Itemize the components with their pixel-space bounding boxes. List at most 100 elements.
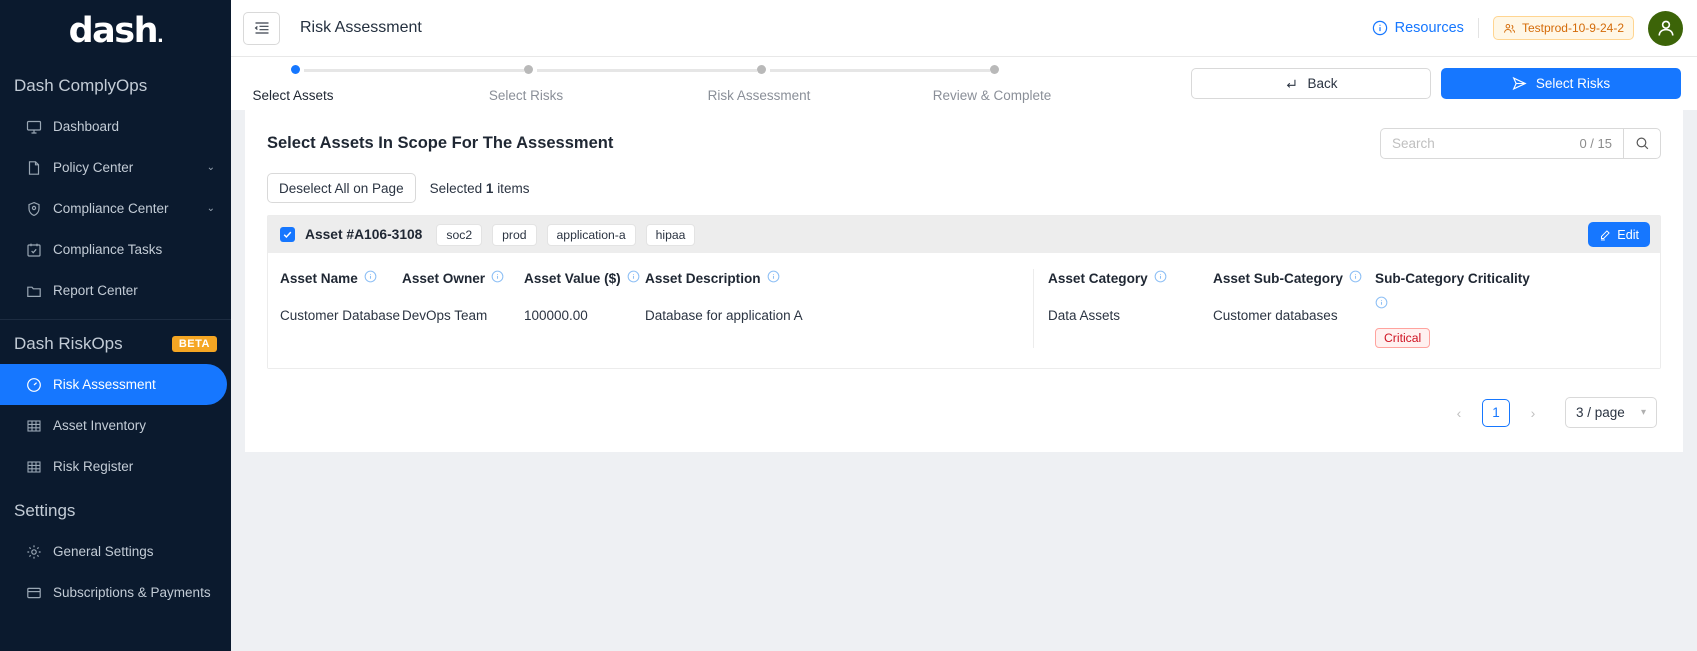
select-risks-label: Select Risks	[1535, 76, 1611, 91]
step-label: Review & Complete	[932, 88, 1052, 103]
shield-icon	[26, 201, 42, 217]
criticality-badge: Critical	[1375, 328, 1431, 349]
search-count: 0 / 15	[1579, 136, 1612, 151]
info-circle-icon[interactable]	[1375, 295, 1388, 315]
step-select-risks[interactable]: Select Risks	[489, 65, 757, 103]
avatar[interactable]	[1648, 10, 1683, 46]
edit-asset-button[interactable]: Edit	[1588, 222, 1650, 247]
page-size-label: 3 / page	[1576, 405, 1625, 421]
info-circle-icon[interactable]	[491, 269, 504, 289]
sidebar-item-label: Dashboard	[53, 119, 120, 134]
wizard-steps: Select Assets Select Risks Risk Assessme…	[231, 57, 1191, 110]
deselect-all-button[interactable]: Deselect All on Page	[267, 173, 416, 203]
sidebar-item-general-settings[interactable]: General Settings	[0, 531, 231, 572]
sidebar-item-compliance-tasks[interactable]: Compliance Tasks	[0, 229, 231, 270]
toolbar-divider	[1477, 18, 1479, 38]
info-circle-icon[interactable]	[767, 269, 780, 289]
beta-badge: BETA	[171, 336, 217, 352]
asset-row-header: Asset #A106-3108 soc2 prod application-a…	[268, 216, 1660, 253]
sidebar-item-risk-register[interactable]: Risk Register	[0, 446, 231, 487]
asset-tag: soc2	[436, 223, 483, 246]
page-size-select[interactable]: 3 / page ▾	[1565, 397, 1657, 429]
back-arrow-icon	[1287, 79, 1296, 88]
column-header: Asset Sub-Category	[1213, 269, 1375, 289]
column-value: DevOps Team	[402, 307, 488, 323]
search-icon	[1636, 137, 1648, 150]
pagination-prev-button[interactable]: ‹	[1445, 399, 1473, 427]
step-dot	[990, 65, 999, 74]
tenant-chip[interactable]: Testprod-10-9-24-2	[1492, 16, 1634, 40]
sidebar-item-compliance-center[interactable]: Compliance Center ⌄	[0, 188, 231, 229]
sidebar-item-label: Compliance Tasks	[53, 242, 163, 257]
info-circle-icon[interactable]	[1349, 269, 1362, 289]
sidebar-item-label: Report Center	[53, 283, 138, 298]
gauge-icon	[26, 377, 42, 393]
sidebar-item-asset-inventory[interactable]: Asset Inventory	[0, 405, 231, 446]
content-area: Select Assets In Scope For The Assessmen…	[231, 110, 1697, 453]
pagination-page-1[interactable]: 1	[1482, 398, 1510, 427]
document-icon	[26, 160, 42, 176]
edit-label: Edit	[1617, 227, 1639, 242]
select-risks-button[interactable]: Select Risks	[1441, 68, 1681, 99]
asset-row: Asset #A106-3108 soc2 prod application-a…	[267, 215, 1661, 370]
chevron-down-icon[interactable]: ⌄	[207, 203, 215, 214]
step-dot	[524, 65, 533, 74]
asset-name-column: Asset Name Customer Database	[280, 269, 402, 348]
asset-tag: prod	[492, 223, 537, 246]
edit-pencil-icon	[1601, 229, 1611, 240]
search-input[interactable]: Search 0 / 15	[1380, 128, 1623, 159]
sidebar-item-subscriptions-payments[interactable]: Subscriptions & Payments	[0, 572, 231, 613]
sidebar-item-label: Asset Inventory	[53, 418, 147, 433]
sidebar-item-dashboard[interactable]: Dashboard	[0, 106, 231, 147]
search-button[interactable]	[1623, 128, 1661, 159]
sidebar-item-risk-assessment[interactable]: Risk Assessment	[0, 364, 227, 405]
asset-category-column: Asset Category Data Assets	[1048, 269, 1213, 348]
sidebar-group-title-riskops: Dash RiskOps BETA	[0, 320, 231, 364]
asset-description-column: Asset Description Database for applicati…	[645, 269, 945, 348]
sidebar-item-label: Subscriptions & Payments	[53, 585, 211, 600]
info-circle-icon	[1372, 20, 1387, 36]
step-select-assets[interactable]: Select Assets	[252, 65, 524, 103]
step-label: Select Assets	[252, 88, 334, 103]
search-group: Search 0 / 15	[1380, 128, 1661, 159]
info-circle-icon[interactable]	[627, 269, 640, 289]
sidebar-item-label: Policy Center	[53, 160, 134, 175]
step-review-complete[interactable]: Review & Complete	[933, 65, 1113, 103]
logo-dot-icon: .	[157, 26, 164, 47]
step-dot	[291, 65, 300, 74]
step-risk-assessment[interactable]: Risk Assessment	[708, 65, 990, 103]
column-value: Customer Database	[280, 307, 401, 323]
asset-checkbox[interactable]	[280, 227, 295, 242]
sidebar-toggle-button[interactable]	[243, 11, 280, 45]
card-title: Select Assets In Scope For The Assessmen…	[267, 134, 614, 152]
table-icon	[26, 418, 42, 434]
assets-card: Select Assets In Scope For The Assessmen…	[245, 110, 1683, 453]
resources-label: Resources	[1394, 20, 1464, 36]
info-circle-icon[interactable]	[1154, 269, 1167, 289]
team-icon	[1503, 23, 1515, 33]
pagination-next-button[interactable]: ›	[1519, 399, 1547, 427]
asset-tag: hipaa	[645, 223, 696, 246]
page-title: Risk Assessment	[300, 19, 422, 36]
info-circle-icon[interactable]	[364, 269, 377, 289]
resources-link[interactable]: Resources	[1372, 20, 1464, 36]
column-value: Database for application A	[645, 307, 803, 323]
sidebar-item-report-center[interactable]: Report Center	[0, 270, 231, 311]
column-header: Asset Description	[645, 269, 945, 289]
pagination: ‹ 1 › 3 / page ▾	[267, 397, 1661, 429]
folder-icon	[26, 283, 42, 299]
sidebar-item-policy-center[interactable]: Policy Center ⌄	[0, 147, 231, 188]
check-icon	[283, 231, 292, 239]
tenant-label: Testprod-10-9-24-2	[1521, 21, 1624, 35]
back-button[interactable]: Back	[1191, 68, 1431, 99]
step-connector	[537, 69, 757, 72]
chevron-down-icon[interactable]: ⌄	[207, 162, 215, 173]
step-connector	[304, 69, 524, 72]
column-value: 100000.00	[524, 307, 588, 323]
send-icon	[1512, 76, 1527, 91]
table-icon	[26, 459, 42, 475]
user-icon	[1657, 20, 1674, 36]
card-header: Select Assets In Scope For The Assessmen…	[267, 128, 1661, 159]
deselect-all-label: Deselect All on Page	[279, 180, 404, 196]
asset-tag: application-a	[546, 223, 636, 246]
